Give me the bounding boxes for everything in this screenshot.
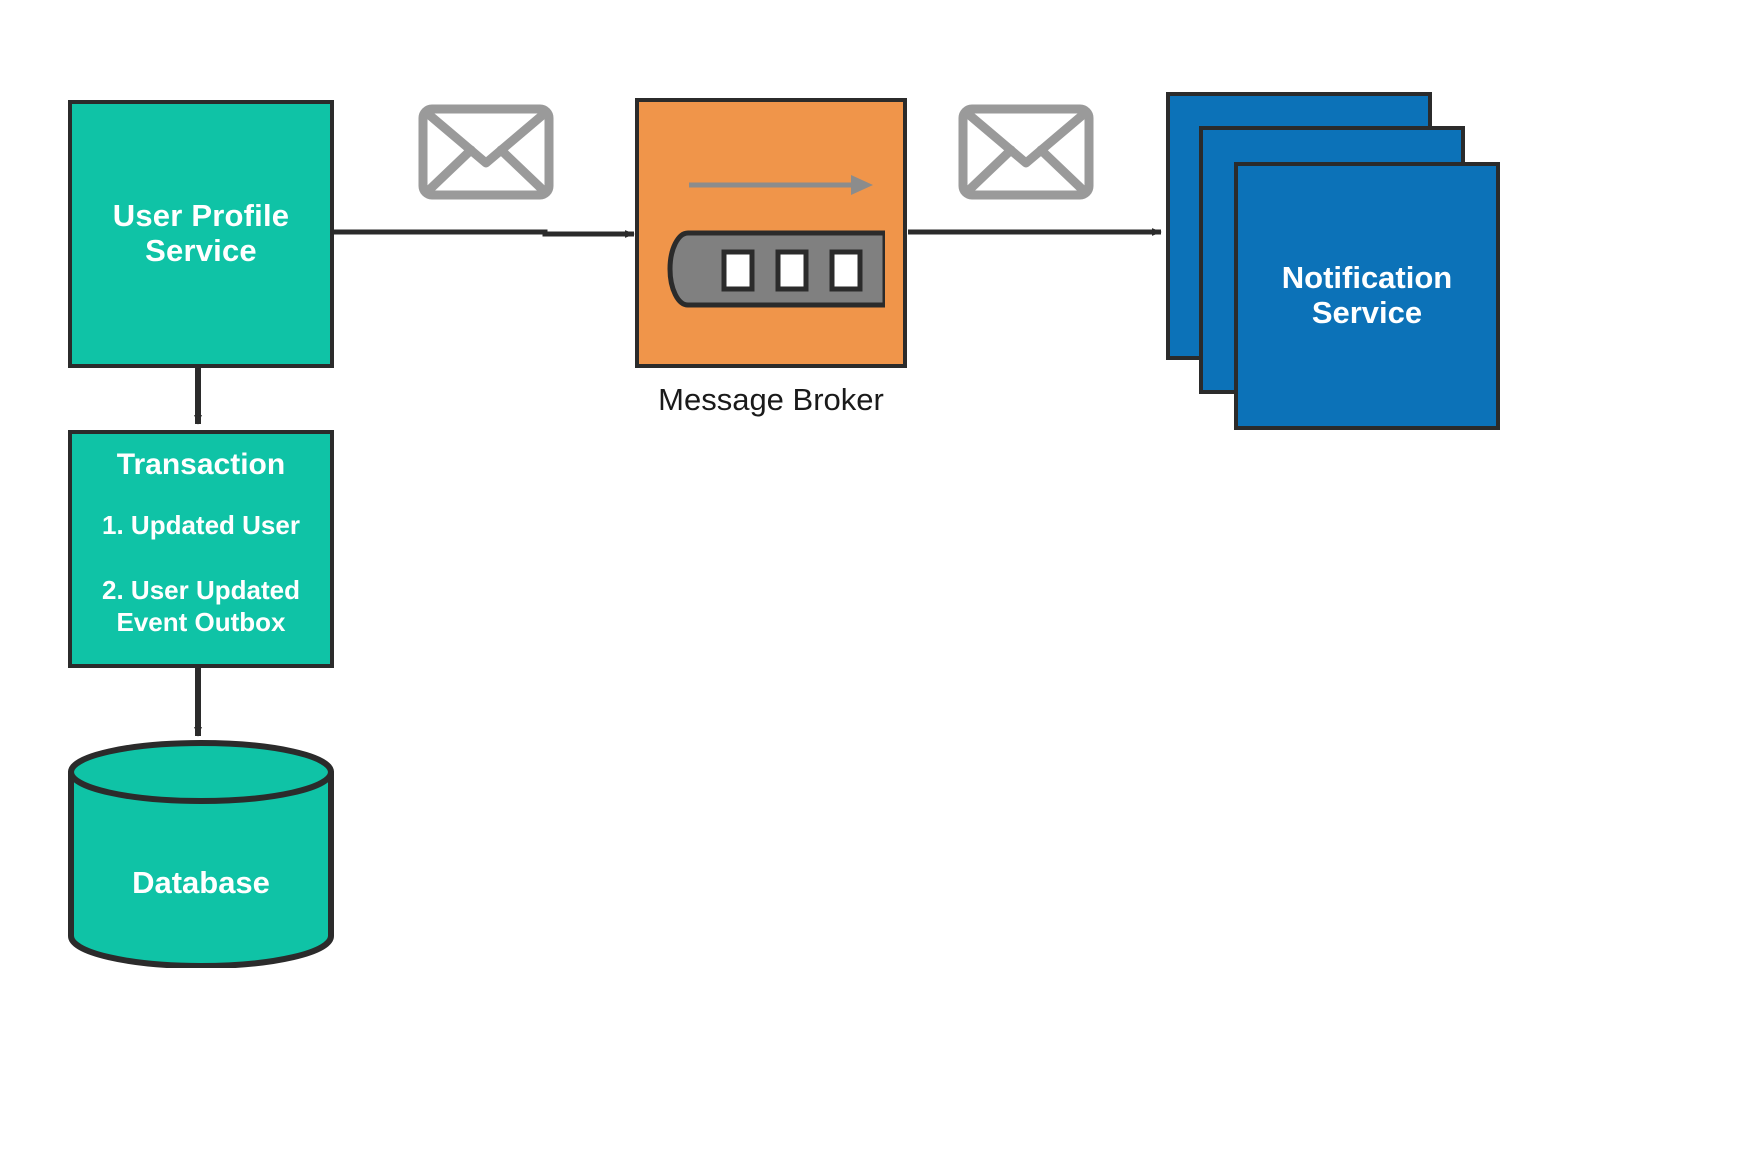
flow-arrow-icon bbox=[689, 175, 873, 195]
transaction-title: Transaction bbox=[116, 448, 286, 481]
database-node[interactable]: Database bbox=[66, 740, 336, 968]
notification-service-node[interactable]: Notification Service bbox=[1166, 92, 1506, 432]
envelope-icon bbox=[958, 104, 1094, 200]
transaction-item-2: 2. User Updated Event Outbox bbox=[72, 574, 330, 639]
transaction-item-2-line2: Event Outbox bbox=[116, 607, 286, 637]
message-broker-node[interactable] bbox=[635, 98, 907, 368]
message-broker-label: Message Broker bbox=[658, 382, 884, 417]
envelope-icon bbox=[418, 104, 554, 200]
transaction-item-1: 1. Updated User bbox=[102, 510, 300, 540]
queue-cylinder-icon bbox=[667, 230, 885, 308]
database-cylinder-icon bbox=[68, 740, 334, 968]
transaction-item-2-line1: 2. User Updated bbox=[102, 574, 300, 605]
transaction-node[interactable]: Transaction 1. Updated User 2. User Upda… bbox=[68, 430, 334, 668]
notification-service-label-line1: Notification bbox=[1281, 260, 1453, 296]
diagram-canvas: User Profile Service Transaction 1. Upda… bbox=[0, 0, 1753, 1163]
notification-service-label-line2: Service bbox=[1311, 295, 1423, 330]
user-profile-service-label-line2: Service bbox=[145, 233, 257, 268]
user-profile-service-label-line1: User Profile bbox=[112, 198, 290, 234]
user-profile-service-node[interactable]: User Profile Service bbox=[68, 100, 334, 368]
notification-service-card-front[interactable]: Notification Service bbox=[1234, 162, 1500, 430]
edge-user-profile-service-to-message-broker bbox=[334, 229, 635, 238]
